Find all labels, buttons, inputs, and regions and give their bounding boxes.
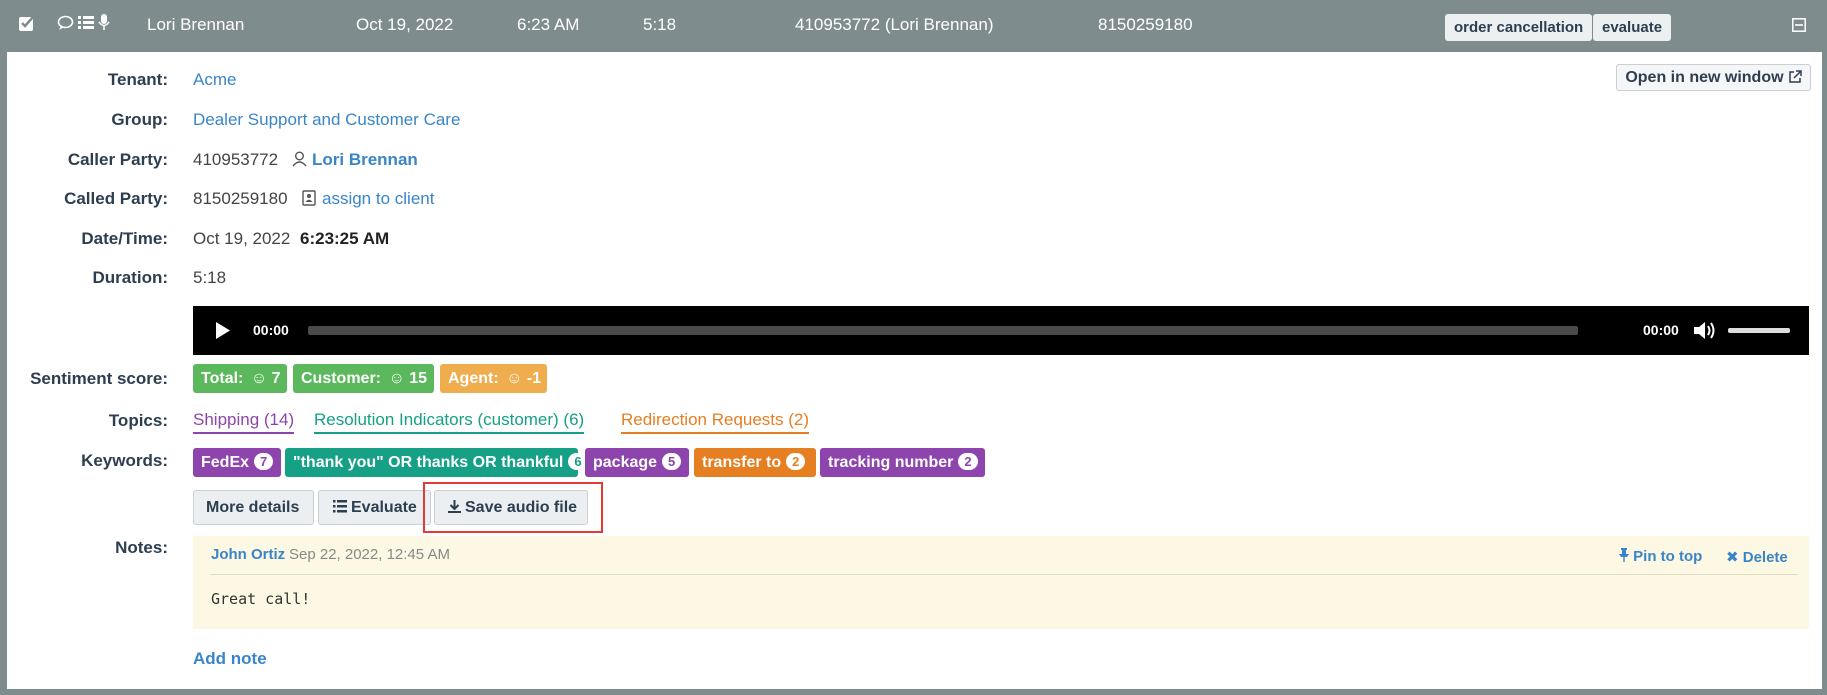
checklist-icon[interactable] bbox=[18, 14, 36, 37]
called-number: 8150259180 bbox=[193, 189, 288, 208]
add-note-link[interactable]: Add note bbox=[193, 649, 267, 669]
sentiment-label: Sentiment score: bbox=[30, 369, 168, 388]
note-card: John Ortiz Sep 22, 2022, 12:45 AM Pin to… bbox=[193, 536, 1809, 629]
tag-order-cancellation[interactable]: order cancellation bbox=[1445, 14, 1593, 41]
topic-shipping[interactable]: Shipping (14) bbox=[193, 410, 295, 434]
smile-icon: ☺ bbox=[388, 370, 405, 387]
note-date: Sep 22, 2022, 12:45 AM bbox=[289, 546, 450, 563]
header-caller-name: Lori Brennan bbox=[147, 15, 245, 34]
open-in-new-window-button[interactable]: Open in new window bbox=[1616, 64, 1811, 91]
caller-name-link[interactable]: Lori Brennan bbox=[312, 150, 418, 170]
caller-number: 410953772 bbox=[193, 150, 279, 169]
keyword-text: package bbox=[593, 454, 658, 471]
assign-to-client-link[interactable]: assign to client bbox=[322, 189, 434, 209]
keyword-thank-you[interactable]: "thank you" OR thanks OR thankful 6 bbox=[285, 448, 588, 477]
highlight-box bbox=[423, 482, 603, 533]
keyword-count: 2 bbox=[786, 453, 806, 470]
pin-icon bbox=[1619, 548, 1629, 566]
keyword-package[interactable]: package 5 bbox=[585, 448, 689, 477]
keyword-text: transfer to bbox=[702, 454, 782, 471]
audio-player: 00:00 00:00 bbox=[193, 306, 1809, 355]
customer-sentiment-label: Customer: bbox=[301, 370, 382, 387]
agent-sentiment-badge: Agent: ☺ -1 bbox=[440, 364, 547, 393]
seek-bar[interactable] bbox=[308, 326, 1578, 335]
total-sentiment-badge: Total: ☺ 7 bbox=[193, 364, 287, 393]
call-date: Oct 19, 2022 bbox=[193, 229, 291, 248]
header-date: Oct 19, 2022 bbox=[356, 15, 454, 34]
note-author[interactable]: John Ortiz bbox=[211, 546, 285, 563]
customer-sentiment-badge: Customer: ☺ 15 bbox=[293, 364, 434, 393]
keyword-text: "thank you" OR thanks OR thankful bbox=[293, 454, 564, 471]
caller-party-label: Caller Party: bbox=[67, 150, 168, 169]
group-link[interactable]: Dealer Support and Customer Care bbox=[193, 110, 460, 130]
total-sentiment-label: Total: bbox=[201, 370, 244, 387]
microphone-icon bbox=[98, 14, 110, 36]
call-record-panel: Lori Brennan Oct 19, 2022 6:23 AM 5:18 4… bbox=[0, 0, 1827, 695]
pin-label: Pin to top bbox=[1633, 548, 1703, 565]
comment-icon bbox=[57, 14, 74, 36]
called-party-label: Called Party: bbox=[64, 189, 168, 208]
header-called: 8150259180 bbox=[1098, 15, 1193, 34]
agent-sentiment-label: Agent: bbox=[448, 370, 499, 387]
keyword-tracking-number[interactable]: tracking number 2 bbox=[820, 448, 985, 477]
list-icon bbox=[78, 14, 94, 35]
customer-sentiment-value: 15 bbox=[409, 370, 428, 387]
more-details-button[interactable]: More details bbox=[193, 490, 314, 525]
total-time: 00:00 bbox=[1643, 322, 1679, 338]
keyword-fedex[interactable]: FedEx 7 bbox=[193, 448, 281, 477]
external-link-icon bbox=[1788, 67, 1802, 92]
delete-note-button[interactable]: ✖ Delete bbox=[1726, 548, 1788, 566]
datetime-label: Date/Time: bbox=[81, 229, 168, 248]
more-details-label: More details bbox=[206, 499, 300, 516]
keyword-count: 2 bbox=[958, 453, 978, 470]
smile-icon: ☺ bbox=[250, 370, 268, 387]
call-time: 6:23:25 AM bbox=[300, 229, 390, 248]
topic-redirection-requests[interactable]: Redirection Requests (2) bbox=[621, 410, 810, 434]
header-duration: 5:18 bbox=[643, 15, 677, 34]
close-icon: ✖ bbox=[1726, 549, 1739, 566]
tag-evaluate[interactable]: evaluate bbox=[1593, 14, 1672, 41]
header-time: 6:23 AM bbox=[517, 15, 580, 34]
topic-resolution-indicators[interactable]: Resolution Indicators (customer) (6) bbox=[314, 410, 585, 434]
group-label: Group: bbox=[111, 110, 168, 129]
keyword-text: tracking number bbox=[828, 454, 954, 471]
evaluate-label: Evaluate bbox=[351, 499, 417, 516]
call-header-bar[interactable]: Lori Brennan Oct 19, 2022 6:23 AM 5:18 4… bbox=[0, 0, 1827, 52]
topics-label: Topics: bbox=[108, 411, 168, 430]
note-divider bbox=[210, 574, 1798, 575]
current-time: 00:00 bbox=[253, 322, 289, 338]
play-icon[interactable] bbox=[215, 321, 231, 345]
contact-card-icon bbox=[302, 190, 316, 211]
volume-icon[interactable] bbox=[1693, 320, 1717, 346]
user-icon bbox=[292, 151, 307, 172]
pin-to-top-button[interactable]: Pin to top bbox=[1619, 548, 1702, 566]
keyword-transfer-to[interactable]: transfer to 2 bbox=[694, 448, 816, 477]
keywords-label: Keywords: bbox=[81, 451, 168, 470]
volume-slider[interactable] bbox=[1728, 328, 1790, 333]
duration-label: Duration: bbox=[92, 268, 168, 287]
agent-sentiment-value: -1 bbox=[526, 370, 542, 387]
note-body: Great call! bbox=[211, 590, 311, 608]
keyword-text: FedEx bbox=[201, 454, 250, 471]
open-window-label: Open in new window bbox=[1625, 69, 1784, 86]
header-caller: 410953772 (Lori Brennan) bbox=[795, 15, 994, 34]
notes-label: Notes: bbox=[115, 538, 168, 557]
delete-label: Delete bbox=[1742, 549, 1788, 566]
neutral-face-icon: ☺ bbox=[506, 370, 523, 387]
evaluate-button[interactable]: Evaluate bbox=[318, 490, 431, 525]
tenant-label: Tenant: bbox=[107, 70, 168, 89]
list-icon bbox=[333, 492, 347, 525]
collapse-icon[interactable] bbox=[1792, 17, 1806, 37]
duration-value: 5:18 bbox=[193, 268, 227, 287]
tenant-link[interactable]: Acme bbox=[193, 70, 236, 90]
keyword-count: 7 bbox=[254, 453, 274, 470]
keyword-count: 5 bbox=[662, 453, 682, 470]
total-sentiment-value: 7 bbox=[271, 370, 281, 387]
